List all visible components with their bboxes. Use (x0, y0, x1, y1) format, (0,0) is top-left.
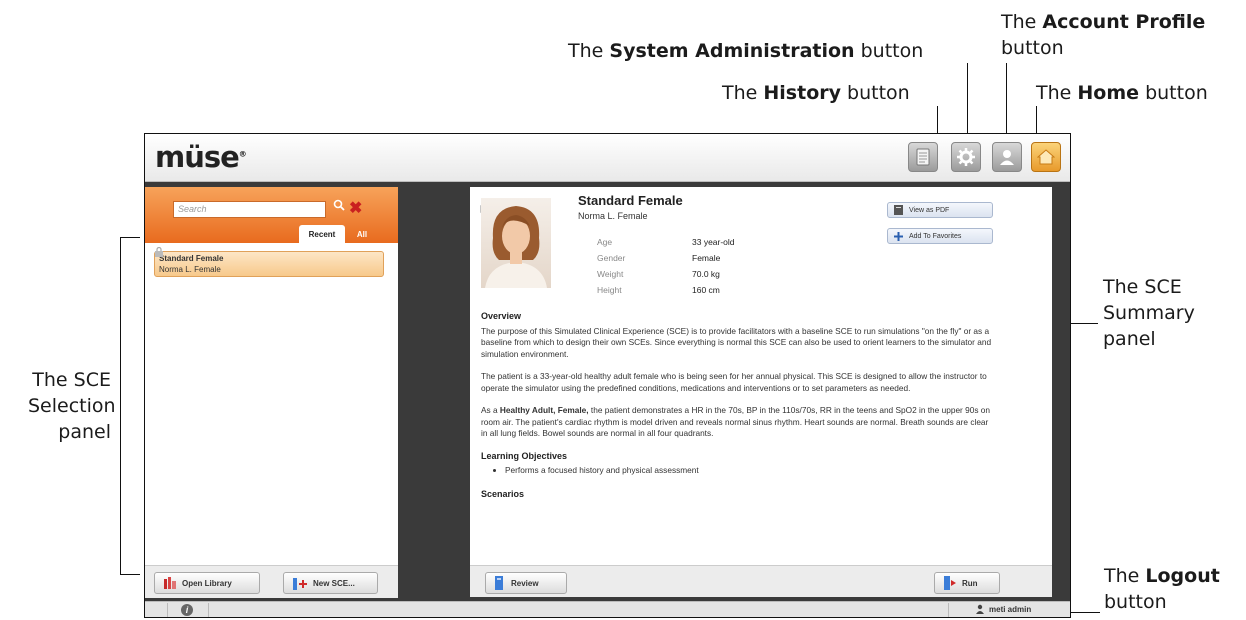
history-button[interactable] (908, 142, 938, 172)
tab-all[interactable]: All (348, 225, 376, 243)
new-sce-button[interactable]: New SCE... (283, 572, 378, 594)
new-sce-icon (293, 578, 307, 590)
lock-icon (155, 247, 163, 257)
user-icon (1000, 150, 1014, 165)
callout-account-profile: The Account Profile button (1001, 11, 1206, 59)
system-administration-button[interactable] (951, 142, 981, 172)
callout-bracket (120, 237, 121, 575)
callout-home: The Home button (1036, 82, 1208, 104)
field-label: Age (597, 237, 613, 247)
divider (948, 603, 949, 617)
field-value: 33 year-old (692, 237, 735, 247)
tab-recent[interactable]: Recent (299, 225, 345, 243)
divider (167, 603, 168, 617)
muse-app-window: müse® Search ✖ Recent All Standard Femal… (144, 133, 1071, 618)
house-icon (1037, 149, 1055, 165)
scenarios-heading: Scenarios (481, 488, 525, 499)
callout-history: The History button (722, 82, 910, 104)
account-profile-button[interactable] (992, 142, 1022, 172)
summary-footer: Review Run (470, 565, 1052, 597)
search-input[interactable]: Search (173, 201, 326, 218)
selection-header: Search ✖ Recent All (145, 187, 398, 243)
clear-search-icon[interactable]: ✖ (349, 198, 362, 218)
logout-button[interactable]: meti admin (975, 604, 1031, 614)
learning-objectives-heading: Learning Objectives (481, 450, 568, 461)
review-icon (495, 576, 503, 590)
callout-bracket (120, 574, 140, 575)
info-icon[interactable]: i (181, 604, 193, 616)
sce-summary-panel: Standard Female Norma L. Female Age 33 y… (470, 187, 1052, 597)
callout-sce-selection: The SCE Selection panel (28, 369, 116, 443)
muse-logo: müse® (155, 140, 247, 174)
list-item[interactable]: Standard Female Norma L. Female (154, 251, 384, 277)
overview-heading: Overview (481, 311, 522, 321)
patient-photo (481, 198, 551, 288)
add-to-favorites-button[interactable]: Add To Favorites (887, 228, 993, 244)
status-bar: i meti admin (145, 601, 1070, 617)
top-bar: müse® (145, 134, 1070, 182)
field-label: Gender (597, 253, 626, 263)
summary-body: Overview The purpose of this Simulated C… (481, 311, 996, 503)
callout-logout: The Logout button (1104, 565, 1220, 613)
list-item-subtitle: Norma L. Female (159, 265, 221, 274)
field-value: 70.0 kg (692, 269, 720, 279)
document-icon (916, 148, 930, 166)
pdf-icon (894, 205, 903, 215)
user-icon (976, 604, 984, 614)
run-icon (944, 576, 956, 590)
patient-name: Standard Female (578, 193, 683, 208)
callout-bracket (120, 237, 140, 238)
review-button[interactable]: Review (485, 572, 567, 594)
home-button[interactable] (1031, 142, 1061, 172)
plus-icon (894, 231, 903, 241)
search-icon[interactable] (333, 199, 345, 214)
callout-sysadmin: The System Administration button (568, 40, 924, 62)
overview-paragraph: The patient is a 33-year-old healthy adu… (481, 371, 987, 393)
list-item: Performs a focused history and physical … (505, 465, 996, 477)
run-button[interactable]: Run (934, 572, 1000, 594)
patient-subtitle: Norma L. Female (578, 211, 648, 221)
divider (208, 603, 209, 617)
callout-sce-summary: The SCE Summary panel (1103, 276, 1195, 350)
overview-paragraph: The purpose of this Simulated Clinical E… (481, 325, 992, 359)
view-as-pdf-button[interactable]: View as PDF (887, 202, 993, 218)
selection-footer: Open Library New SCE... (145, 565, 398, 598)
objectives-list: Performs a focused history and physical … (481, 465, 996, 477)
field-label: Height (597, 285, 622, 295)
field-value: 160 cm (692, 285, 720, 295)
field-value: Female (692, 253, 721, 263)
list-item-title: Standard Female (159, 254, 224, 263)
gear-icon (957, 148, 975, 166)
overview-paragraph: As a Healthy Adult, Female, the patient … (481, 405, 991, 438)
sce-selection-panel: Search ✖ Recent All Standard Female Norm… (145, 187, 398, 598)
open-library-button[interactable]: Open Library (154, 572, 260, 594)
field-label: Weight (597, 269, 624, 279)
library-icon (164, 577, 176, 589)
